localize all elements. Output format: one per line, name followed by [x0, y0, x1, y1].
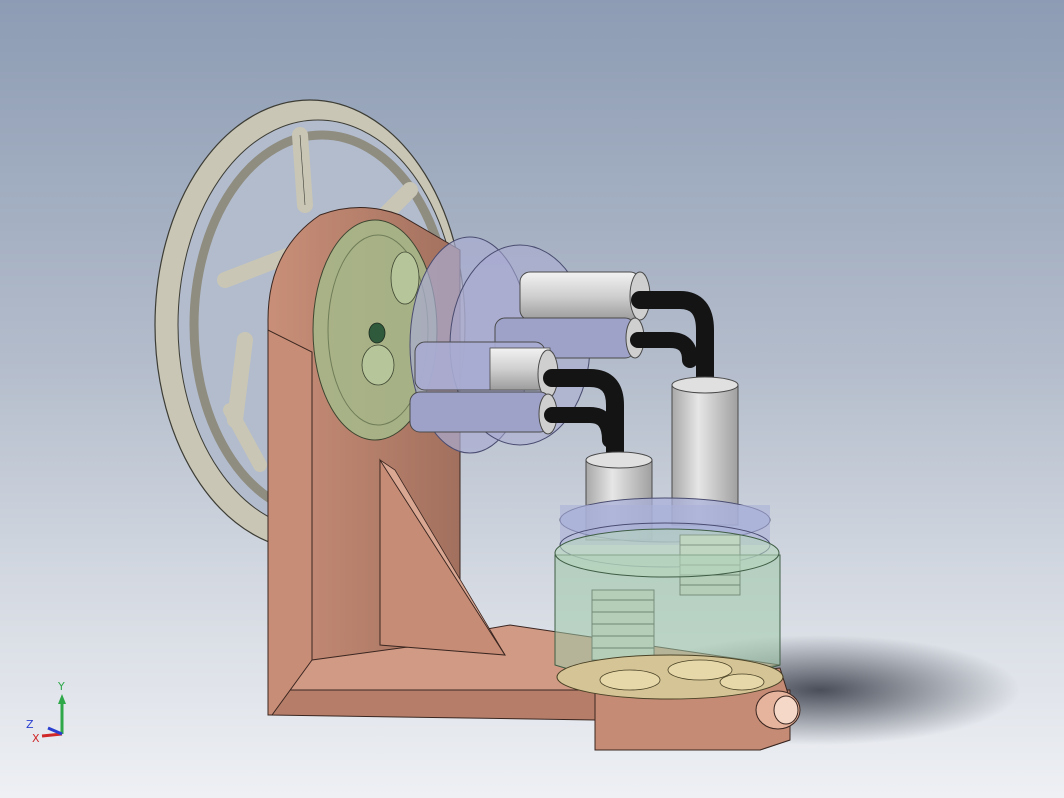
stirling-engine-model[interactable]	[0, 0, 1064, 798]
graphics-viewport[interactable]: Y Z X	[0, 0, 1064, 798]
x-axis-label: X	[32, 732, 40, 745]
port-fitting[interactable]	[755, 690, 801, 730]
valve-plate[interactable]	[556, 654, 784, 700]
y-axis-label: Y	[57, 680, 65, 693]
z-axis-label: Z	[26, 718, 34, 731]
y-axis-arrowhead	[58, 694, 66, 704]
z-axis-arrow	[47, 726, 63, 736]
orientation-triad[interactable]: Y Z X	[18, 676, 78, 746]
